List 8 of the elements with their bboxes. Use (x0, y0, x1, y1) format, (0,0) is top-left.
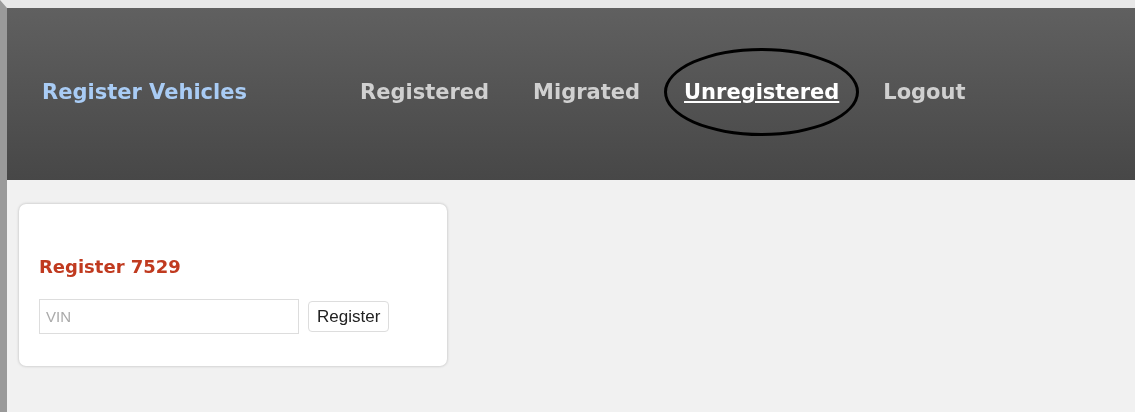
register-button[interactable]: Register (308, 301, 390, 332)
vin-field[interactable]: VIN (39, 299, 299, 334)
card-title: Register 7529 (39, 256, 182, 277)
brand-link[interactable]: Register Vehicles (7, 80, 360, 104)
nav-link[interactable]: Logout (883, 80, 966, 104)
nav-link[interactable]: Registered (360, 80, 490, 104)
nav-link[interactable]: Migrated (533, 80, 641, 104)
nav-link[interactable]: Unregistered (684, 80, 840, 104)
